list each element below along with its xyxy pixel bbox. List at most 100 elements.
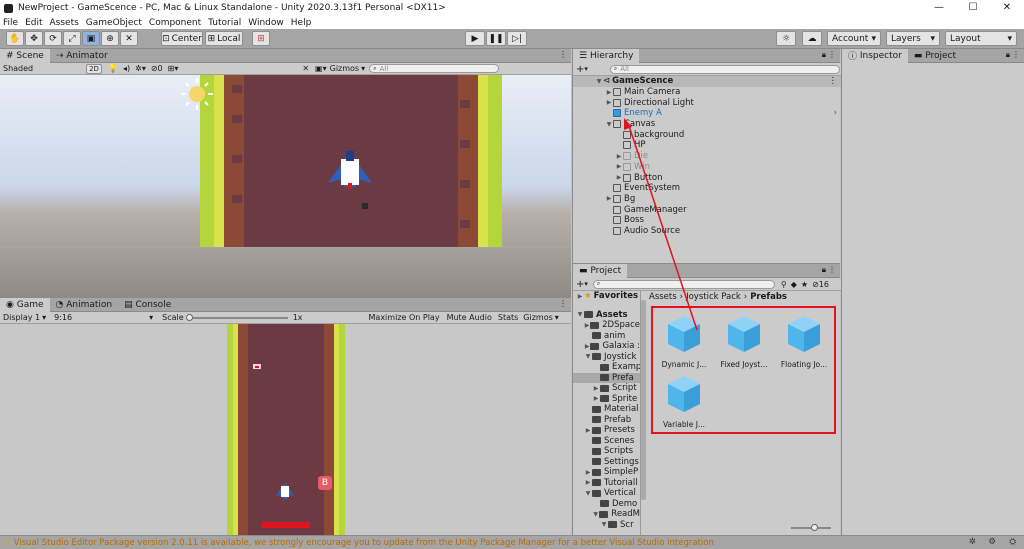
label-filter-icon[interactable]: ◆	[791, 280, 797, 289]
aspect-dropdown[interactable]: 9:16	[54, 313, 149, 322]
camera-icon[interactable]: ▣▾	[315, 64, 327, 73]
expand-arrow-icon[interactable]: ▶	[615, 153, 623, 160]
cloud-icon[interactable]: ☁	[802, 31, 822, 46]
grid-icon[interactable]: ⊞▾	[168, 64, 179, 73]
step-icon[interactable]: ▷|	[507, 31, 527, 46]
tools-icon[interactable]: ✕	[302, 64, 309, 73]
expand-arrow-icon[interactable]: ▶	[605, 99, 613, 106]
folder-item[interactable]: Material	[573, 404, 640, 415]
hierarchy-item[interactable]: HP	[573, 140, 841, 151]
row-menu-icon[interactable]: ⋮	[829, 76, 838, 86]
bug-icon[interactable]: ✲	[969, 537, 976, 547]
expand-arrow-icon[interactable]: ▶	[615, 174, 623, 181]
expand-arrow-icon[interactable]: ▶	[592, 385, 600, 392]
hierarchy-add-button[interactable]: +	[576, 64, 584, 75]
expand-arrow-icon[interactable]: ▼	[576, 311, 584, 318]
menu-gameobject[interactable]: GameObject	[86, 18, 142, 28]
pivot-center-button[interactable]: ⊡ Center	[161, 31, 203, 46]
lighting-icon[interactable]: 💡	[108, 64, 118, 73]
layers-dropdown[interactable]: Layers ▾	[886, 31, 940, 46]
folder-item[interactable]: ▶ Presets	[573, 425, 640, 436]
collab-icon[interactable]: ☼	[776, 31, 796, 46]
folder-item[interactable]: ▶ SimpleP	[573, 467, 640, 478]
menu-help[interactable]: Help	[291, 18, 312, 28]
hierarchy-item[interactable]: ▼ Canvas	[573, 119, 841, 130]
scale-slider[interactable]	[185, 313, 288, 321]
scene-search-input[interactable]: ⌕ All	[369, 64, 500, 73]
expand-arrow-icon[interactable]: ▼	[600, 521, 608, 528]
expand-arrow-icon[interactable]: ▼	[592, 511, 599, 518]
expand-arrow-icon[interactable]: ▼	[605, 121, 613, 128]
zoom-slider[interactable]	[791, 524, 831, 531]
tab-game[interactable]: ◉ Game	[0, 297, 50, 312]
hidden-packages-icon[interactable]: ⊘	[812, 280, 819, 289]
asset-item[interactable]: Fixed Joyst...	[714, 314, 774, 369]
stats-toggle[interactable]: Stats	[498, 313, 518, 322]
breadcrumb-item[interactable]: Joystick Pack	[686, 292, 741, 302]
tab-project-secondary[interactable]: ▬ Project	[908, 49, 962, 63]
game-viewport[interactable]: B	[0, 324, 571, 535]
asset-item[interactable]: Dynamic J...	[654, 314, 714, 369]
rect-tool-icon[interactable]: ▣	[82, 31, 100, 46]
pivot-local-button[interactable]: ⊞ Local	[205, 31, 243, 46]
folder-item[interactable]: ▼ Assets	[573, 310, 640, 321]
pause-icon[interactable]: ❚❚	[486, 31, 506, 46]
expand-arrow-icon[interactable]: ▶	[615, 163, 623, 170]
menu-assets[interactable]: Assets	[50, 18, 79, 28]
lock-icon[interactable]: 🔒︎	[1006, 50, 1010, 60]
play-icon[interactable]: ▶	[465, 31, 485, 46]
collab-status-icon[interactable]: ⛭	[1009, 537, 1016, 547]
project-search-input[interactable]: ⌕	[592, 279, 775, 289]
folder-item[interactable]: ▶ Tutoriall	[573, 478, 640, 489]
tab-scene[interactable]: # Scene	[0, 48, 50, 63]
expand-arrow-icon[interactable]: ▼	[584, 490, 592, 497]
grid-snap-icon[interactable]: ⊞	[252, 31, 270, 46]
hierarchy-item[interactable]: EventSystem	[573, 183, 841, 194]
expand-arrow-icon[interactable]: ▶	[584, 427, 592, 434]
menu-edit[interactable]: Edit	[25, 18, 42, 28]
display-dropdown[interactable]: Display 1	[3, 313, 40, 322]
folder-item-selected[interactable]: Prefa	[573, 372, 640, 383]
hierarchy-search-input[interactable]: ⌕ All	[609, 64, 840, 74]
panel-menu-icon[interactable]: ⋮	[559, 50, 567, 59]
game-gizmos-toggle[interactable]: Gizmos	[523, 313, 552, 322]
folder-item[interactable]: Scenes	[573, 436, 640, 447]
menu-tutorial[interactable]: Tutorial	[208, 18, 241, 28]
folder-item[interactable]: ▼ Vertical	[573, 488, 640, 499]
expand-arrow-icon[interactable]: ▶	[592, 395, 600, 402]
asset-item[interactable]: Floating Jo...	[774, 314, 834, 369]
transform-tool-icon[interactable]: ⊕	[101, 31, 119, 46]
folder-item[interactable]: ▶ 2DSpace	[573, 320, 640, 331]
menu-window[interactable]: Window	[248, 18, 284, 28]
hierarchy-item[interactable]: background	[573, 129, 841, 140]
hierarchy-item[interactable]: ▶ Bg	[573, 194, 841, 205]
folder-item[interactable]: Prefab	[573, 415, 640, 426]
account-dropdown[interactable]: Account ▾	[827, 31, 881, 46]
expand-arrow-icon[interactable]: ▶	[605, 89, 613, 96]
folder-item[interactable]: ▼ Scr	[573, 520, 640, 531]
scale-slider-handle[interactable]	[185, 313, 193, 321]
maximize-button[interactable]: ☐	[956, 0, 990, 16]
progress-icon[interactable]: ⚙	[988, 537, 996, 547]
tab-animator[interactable]: ⇢ Animator	[50, 49, 114, 63]
expand-arrow-icon[interactable]: ▶	[584, 479, 592, 486]
folder-item[interactable]: Scripts	[573, 446, 640, 457]
rotate-tool-icon[interactable]: ⟳	[44, 31, 62, 46]
panel-menu-icon[interactable]: ⋮	[828, 265, 836, 274]
favorite-star-icon[interactable]: ★	[801, 280, 808, 289]
tab-inspector[interactable]: ⓘ Inspector	[842, 48, 908, 63]
hierarchy-item[interactable]: ▼ ⊲ GameScence ⋮	[573, 76, 841, 87]
scale-tool-icon[interactable]: ⤢	[63, 31, 81, 46]
project-add-button[interactable]: +	[576, 279, 584, 290]
hierarchy-item[interactable]: ▶ Button	[573, 172, 841, 183]
chevron-right-icon[interactable]: ›	[834, 108, 837, 118]
breadcrumb-item[interactable]: Assets	[649, 292, 677, 302]
audio-icon[interactable]: ◂)	[123, 64, 130, 73]
folder-item[interactable]: ▼ ReadM	[573, 509, 640, 520]
favorites-item[interactable]: ▶ ★ Favorites	[573, 291, 640, 302]
expand-arrow-icon[interactable]: ▶	[576, 293, 584, 300]
gizmos-dropdown[interactable]: Gizmos	[330, 64, 359, 73]
folder-item[interactable]: ▶ Script	[573, 383, 640, 394]
boss-button[interactable]: B	[318, 476, 332, 490]
tab-console[interactable]: ▤ Console	[118, 298, 177, 312]
